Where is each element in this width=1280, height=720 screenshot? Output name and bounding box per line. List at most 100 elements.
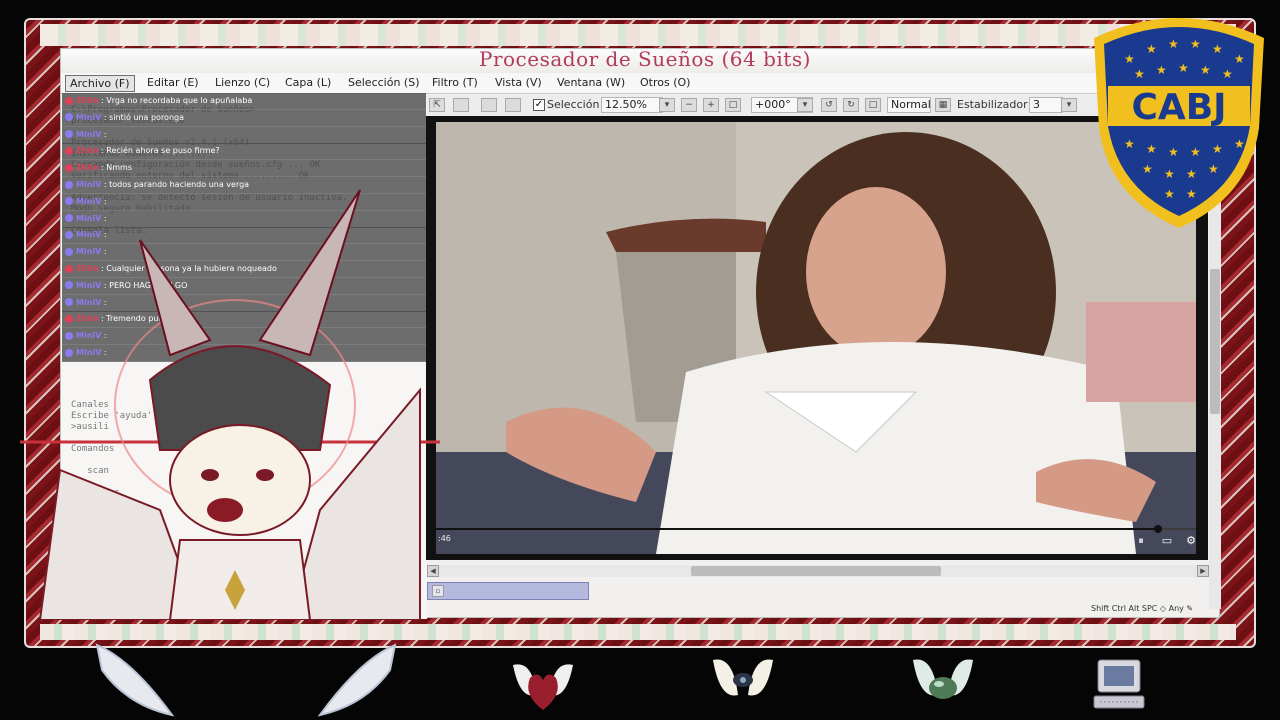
svg-text:★: ★ <box>1164 187 1175 201</box>
menu-bar: Archivo (F) Editar (E) Lienzo (C) Capa (… <box>61 73 1221 94</box>
video-progress-bar[interactable] <box>436 525 1196 533</box>
video-frame[interactable]: :46 ⏸ ▭ ⚙ <box>436 122 1196 554</box>
chat-text: : <box>101 129 107 139</box>
user-badge-icon <box>65 146 73 155</box>
left-wing-icon <box>95 643 175 717</box>
horizontal-scrollbar[interactable]: ◀ ▶ <box>427 565 1221 577</box>
computer-icon[interactable] <box>1084 650 1154 720</box>
menu-editar[interactable]: Editar (E) <box>143 75 203 90</box>
chat-username: Zhilo <box>76 146 99 156</box>
svg-text:★: ★ <box>1146 42 1157 56</box>
svg-text:★: ★ <box>1156 63 1167 77</box>
frame-band-bottom <box>40 624 1236 640</box>
svg-text:★: ★ <box>1124 52 1135 66</box>
video-scene-image <box>436 122 1196 554</box>
svg-text:★: ★ <box>1212 142 1223 156</box>
video-progress-fill <box>436 528 1158 530</box>
vertical-scroll-thumb[interactable] <box>1210 269 1220 414</box>
svg-text:★: ★ <box>1142 162 1153 176</box>
blank-tool-icon[interactable] <box>481 98 497 112</box>
rotation-dropdown-icon[interactable]: ▾ <box>797 98 813 112</box>
svg-text:★: ★ <box>1186 187 1197 201</box>
blend-mode-field[interactable]: Normal <box>887 97 931 113</box>
chat-username: MiniV <box>76 129 102 139</box>
chat-username: Zhilo <box>76 96 99 105</box>
transform-icon[interactable]: ⇱ <box>429 98 445 112</box>
window-title: Procesador de Sueños (64 bits) <box>479 47 811 71</box>
menu-ventana[interactable]: Ventana (W) <box>553 75 629 90</box>
pause-icon[interactable]: ⏸ <box>1134 534 1148 548</box>
zoom-dropdown-icon[interactable]: ▾ <box>659 98 675 112</box>
logo-text: CABJ <box>1131 87 1226 128</box>
chat-message: Zhilo : Recién ahora se puso firme? <box>62 143 426 161</box>
chat-message: MiniV : <box>62 126 426 144</box>
svg-text:★: ★ <box>1190 37 1201 51</box>
menu-archivo[interactable]: Archivo (F) <box>65 75 135 92</box>
chat-message: MiniV : sintió una poronga <box>62 109 426 127</box>
menu-lienzo[interactable]: Lienzo (C) <box>211 75 274 90</box>
selection-checkbox[interactable]: ✓ <box>533 99 545 111</box>
zoom-in-icon[interactable]: □ <box>725 98 741 112</box>
svg-text:★: ★ <box>1164 167 1175 181</box>
menu-capa[interactable]: Capa (L) <box>281 75 335 90</box>
zoom-fit-icon[interactable]: + <box>703 98 719 112</box>
stabilizer-dropdown-icon[interactable]: ▾ <box>1061 98 1077 112</box>
scroll-right-icon[interactable]: ▶ <box>1197 565 1209 577</box>
zoom-field[interactable]: 12.50% <box>601 97 663 113</box>
user-badge-icon <box>65 130 73 139</box>
svg-text:★: ★ <box>1146 142 1157 156</box>
svg-text:★: ★ <box>1124 137 1135 151</box>
chat-message: Zhilo : Nmms <box>62 160 426 178</box>
title-bar: Procesador de Sueños (64 bits) <box>61 47 1221 75</box>
menu-vista[interactable]: Vista (V) <box>491 75 546 90</box>
svg-text:★: ★ <box>1168 145 1179 159</box>
frame-band-top <box>40 24 1236 46</box>
chat-text: : sintió una poronga <box>101 112 184 122</box>
svg-text:★: ★ <box>1186 167 1197 181</box>
chat-text: : Recién ahora se puso firme? <box>98 146 220 156</box>
rotate-right-icon[interactable]: ↻ <box>843 98 859 112</box>
chat-username: Zhilo <box>76 163 99 173</box>
right-wing-icon <box>317 643 397 717</box>
grid-icon[interactable]: ▦ <box>935 98 951 112</box>
rotate-reset-icon[interactable]: □ <box>865 98 881 112</box>
status-bar: Shift Ctrl Alt SPC ◇ Any ✎ <box>1091 604 1194 613</box>
layer-tab[interactable]: ▫ <box>427 582 589 600</box>
eye-wing-icon[interactable] <box>708 650 778 720</box>
svg-text:★: ★ <box>1208 162 1219 176</box>
chat-username: MiniV <box>76 112 102 122</box>
blank-tool-icon[interactable] <box>453 98 469 112</box>
rotate-left-icon[interactable]: ↺ <box>821 98 837 112</box>
user-badge-icon <box>65 96 73 105</box>
blank-tool-icon[interactable] <box>505 98 521 112</box>
zoom-out-icon[interactable]: − <box>681 98 697 112</box>
menu-otros[interactable]: Otros (O) <box>636 75 694 90</box>
svg-text:★: ★ <box>1222 67 1233 81</box>
stabilizer-field[interactable]: 3 <box>1029 97 1063 113</box>
svg-text:★: ★ <box>1212 42 1223 56</box>
settings-icon[interactable]: ⚙ <box>1184 534 1196 548</box>
chat-text: : Nmms <box>98 163 133 173</box>
crystal-wing-icon[interactable] <box>908 650 978 720</box>
cabj-logo-icon: CABJ ★★ ★ ★ ★★ ★ ★ ★ ★ ★ ★ ★ ★ ★ ★ ★ ★ ★ ★ ★ ★ ★ <box>1094 18 1264 228</box>
svg-text:★: ★ <box>1234 52 1245 66</box>
svg-text:★: ★ <box>1234 137 1245 151</box>
svg-text:★: ★ <box>1168 37 1179 51</box>
chat-message: Zhilo : Vrga no recordaba que lo apuñala… <box>62 93 426 110</box>
horizontal-scroll-thumb[interactable] <box>691 566 941 576</box>
svg-text:★: ★ <box>1178 61 1189 75</box>
menu-filtro[interactable]: Filtro (T) <box>428 75 482 90</box>
heart-wing-icon[interactable] <box>508 650 578 720</box>
stabilizer-label: Estabilizador <box>957 98 1028 111</box>
menu-seleccion[interactable]: Selección (S) <box>344 75 424 90</box>
selection-label: Selección <box>547 98 600 111</box>
video-progress-knob[interactable] <box>1154 525 1162 533</box>
user-badge-icon <box>65 113 73 122</box>
avatar-character-overlay <box>20 189 440 620</box>
svg-text:★: ★ <box>1200 63 1211 77</box>
chat-text: : Vrga no recordaba que lo apuñalaba <box>98 96 253 105</box>
fullscreen-icon[interactable]: ▭ <box>1160 534 1174 548</box>
svg-text:★: ★ <box>1190 145 1201 159</box>
svg-text:★: ★ <box>1134 67 1145 81</box>
user-badge-icon <box>65 163 73 172</box>
